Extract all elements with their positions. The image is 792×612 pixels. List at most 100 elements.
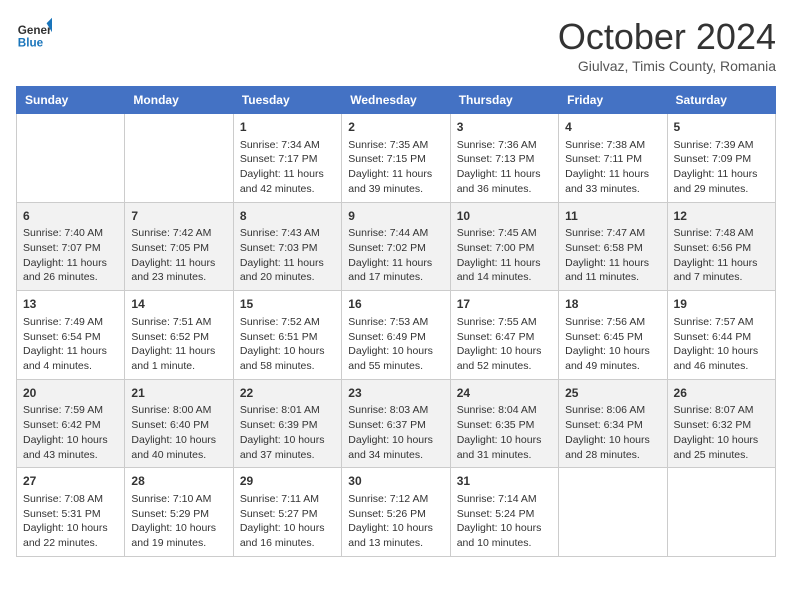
sunset-text: Sunset: 7:13 PM — [457, 153, 535, 165]
daylight-text: Daylight: 10 hours and 10 minutes. — [457, 522, 542, 549]
svg-text:General: General — [18, 24, 52, 37]
daylight-text: Daylight: 10 hours and 16 minutes. — [240, 522, 325, 549]
sunrise-text: Sunrise: 7:36 AM — [457, 139, 537, 151]
day-number: 13 — [23, 296, 118, 313]
day-cell: 28Sunrise: 7:10 AMSunset: 5:29 PMDayligh… — [125, 468, 233, 557]
sunrise-text: Sunrise: 7:08 AM — [23, 493, 103, 505]
sunrise-text: Sunrise: 7:53 AM — [348, 316, 428, 328]
day-number: 8 — [240, 208, 335, 225]
sunrise-text: Sunrise: 7:47 AM — [565, 227, 645, 239]
sunset-text: Sunset: 7:02 PM — [348, 242, 426, 254]
day-cell: 13Sunrise: 7:49 AMSunset: 6:54 PMDayligh… — [17, 291, 125, 380]
day-cell — [667, 468, 775, 557]
daylight-text: Daylight: 10 hours and 25 minutes. — [674, 434, 759, 461]
daylight-text: Daylight: 11 hours and 23 minutes. — [131, 257, 215, 284]
sunset-text: Sunset: 5:24 PM — [457, 508, 535, 520]
sunset-text: Sunset: 6:39 PM — [240, 419, 318, 431]
daylight-text: Daylight: 11 hours and 11 minutes. — [565, 257, 649, 284]
sunset-text: Sunset: 7:03 PM — [240, 242, 318, 254]
sunrise-text: Sunrise: 7:40 AM — [23, 227, 103, 239]
sunset-text: Sunset: 5:31 PM — [23, 508, 101, 520]
day-number: 24 — [457, 385, 552, 402]
sunrise-text: Sunrise: 7:57 AM — [674, 316, 754, 328]
sunset-text: Sunset: 7:17 PM — [240, 153, 318, 165]
day-number: 9 — [348, 208, 443, 225]
col-header-monday: Monday — [125, 87, 233, 114]
day-cell — [559, 468, 667, 557]
location: Giulvaz, Timis County, Romania — [558, 58, 776, 74]
sunrise-text: Sunrise: 7:39 AM — [674, 139, 754, 151]
day-cell: 25Sunrise: 8:06 AMSunset: 6:34 PMDayligh… — [559, 379, 667, 468]
day-number: 7 — [131, 208, 226, 225]
sunset-text: Sunset: 6:58 PM — [565, 242, 643, 254]
sunset-text: Sunset: 6:32 PM — [674, 419, 752, 431]
sunrise-text: Sunrise: 8:04 AM — [457, 404, 537, 416]
daylight-text: Daylight: 11 hours and 42 minutes. — [240, 168, 324, 195]
week-row-5: 27Sunrise: 7:08 AMSunset: 5:31 PMDayligh… — [17, 468, 776, 557]
daylight-text: Daylight: 10 hours and 40 minutes. — [131, 434, 216, 461]
day-number: 3 — [457, 119, 552, 136]
sunset-text: Sunset: 6:56 PM — [674, 242, 752, 254]
day-number: 26 — [674, 385, 769, 402]
day-cell: 24 Sunrise: 8:04 AM Sunset: 6:35 PM Dayligh… — [450, 379, 558, 468]
daylight-text: Daylight: 10 hours and 46 minutes. — [674, 345, 759, 372]
day-number: 2 — [348, 119, 443, 136]
day-number: 31 — [457, 473, 552, 490]
day-number: 20 — [23, 385, 118, 402]
sunset-text: Sunset: 7:05 PM — [131, 242, 209, 254]
sunrise-text: Sunrise: 7:56 AM — [565, 316, 645, 328]
col-header-wednesday: Wednesday — [342, 87, 450, 114]
day-number: 21 — [131, 385, 226, 402]
sunset-text: Sunset: 7:09 PM — [674, 153, 752, 165]
day-number: 1 — [240, 119, 335, 136]
daylight-text: Daylight: 10 hours and 34 minutes. — [348, 434, 433, 461]
sunset-text: Sunset: 5:29 PM — [131, 508, 209, 520]
page-header: General Blue October 2024 Giulvaz, Timis… — [16, 16, 776, 74]
day-cell: 29 Sunrise: 7:11 AM Sunset: 5:27 PM Dayligh… — [233, 468, 341, 557]
sunrise-text: Sunrise: 8:06 AM — [565, 404, 645, 416]
col-header-thursday: Thursday — [450, 87, 558, 114]
day-cell: 11 Sunrise: 7:47 AM Sunset: 6:58 PM Dayligh… — [559, 202, 667, 291]
sunset-text: Sunset: 5:27 PM — [240, 508, 318, 520]
day-number: 14 — [131, 296, 226, 313]
day-cell: 19Sunrise: 7:57 AMSunset: 6:44 PMDayligh… — [667, 291, 775, 380]
calendar-table: SundayMondayTuesdayWednesdayThursdayFrid… — [16, 86, 776, 557]
day-cell: 3Sunrise: 7:36 AMSunset: 7:13 PMDaylight… — [450, 114, 558, 203]
day-number: 11 — [565, 208, 660, 225]
daylight-text: Daylight: 10 hours and 37 minutes. — [240, 434, 325, 461]
day-cell: 1Sunrise: 7:34 AMSunset: 7:17 PMDaylight… — [233, 114, 341, 203]
day-cell: 6Sunrise: 7:40 AMSunset: 7:07 PMDaylight… — [17, 202, 125, 291]
daylight-text: Daylight: 10 hours and 49 minutes. — [565, 345, 650, 372]
day-cell — [17, 114, 125, 203]
logo-icon: General Blue — [16, 16, 52, 52]
daylight-text: Daylight: 10 hours and 31 minutes. — [457, 434, 542, 461]
day-cell: 26Sunrise: 8:07 AMSunset: 6:32 PMDayligh… — [667, 379, 775, 468]
day-cell: 9Sunrise: 7:44 AMSunset: 7:02 PMDaylight… — [342, 202, 450, 291]
sunset-text: Sunset: 6:34 PM — [565, 419, 643, 431]
daylight-text: Daylight: 10 hours and 52 minutes. — [457, 345, 542, 372]
day-cell: 17Sunrise: 7:55 AMSunset: 6:47 PMDayligh… — [450, 291, 558, 380]
day-cell: 21Sunrise: 8:00 AMSunset: 6:40 PMDayligh… — [125, 379, 233, 468]
day-cell: 7Sunrise: 7:42 AMSunset: 7:05 PMDaylight… — [125, 202, 233, 291]
sunset-text: Sunset: 6:49 PM — [348, 331, 426, 343]
sunset-text: Sunset: 6:35 PM — [457, 419, 535, 431]
sunrise-text: Sunrise: 8:00 AM — [131, 404, 211, 416]
daylight-text: Daylight: 11 hours and 4 minutes. — [23, 345, 107, 372]
sunrise-text: Sunrise: 7:11 AM — [240, 493, 319, 505]
day-number: 10 — [457, 208, 552, 225]
sunset-text: Sunset: 6:47 PM — [457, 331, 535, 343]
sunset-text: Sunset: 7:11 PM — [565, 153, 642, 165]
daylight-text: Daylight: 11 hours and 1 minute. — [131, 345, 215, 372]
day-number: 29 — [240, 473, 335, 490]
sunset-text: Sunset: 7:07 PM — [23, 242, 101, 254]
col-header-sunday: Sunday — [17, 87, 125, 114]
day-cell: 23Sunrise: 8:03 AMSunset: 6:37 PMDayligh… — [342, 379, 450, 468]
day-number: 15 — [240, 296, 335, 313]
daylight-text: Daylight: 11 hours and 20 minutes. — [240, 257, 324, 284]
sunset-text: Sunset: 6:52 PM — [131, 331, 209, 343]
daylight-text: Daylight: 11 hours and 29 minutes. — [674, 168, 758, 195]
day-cell: 18Sunrise: 7:56 AMSunset: 6:45 PMDayligh… — [559, 291, 667, 380]
sunrise-text: Sunrise: 8:01 AM — [240, 404, 320, 416]
day-number: 28 — [131, 473, 226, 490]
month-title: October 2024 — [558, 16, 776, 58]
